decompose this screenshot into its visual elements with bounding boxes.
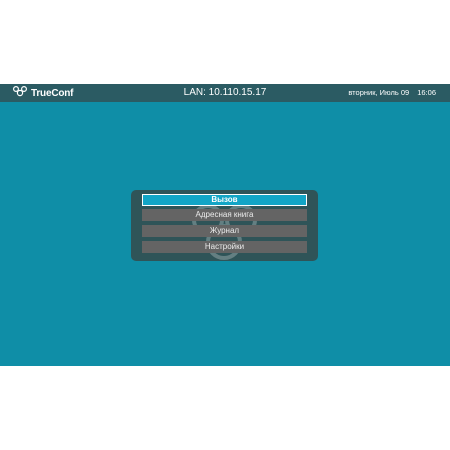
menu-item-address-book[interactable]: Адресная книга xyxy=(142,209,307,221)
top-bar: TrueConf LAN: 10.110.15.17 вторник, Июль… xyxy=(0,84,450,102)
main-menu: Вызов Адресная книга Журнал Настройки xyxy=(131,190,318,261)
menu-item-settings[interactable]: Настройки xyxy=(142,241,307,253)
time-label: 16:06 xyxy=(417,88,436,97)
date-time: вторник, Июль 09 16:06 xyxy=(348,88,436,97)
date-label: вторник, Июль 09 xyxy=(348,88,410,97)
menu-item-call[interactable]: Вызов xyxy=(142,194,307,206)
menu-item-journal[interactable]: Журнал xyxy=(142,225,307,237)
main-screen: TrueConf LAN: 10.110.15.17 вторник, Июль… xyxy=(0,84,450,366)
